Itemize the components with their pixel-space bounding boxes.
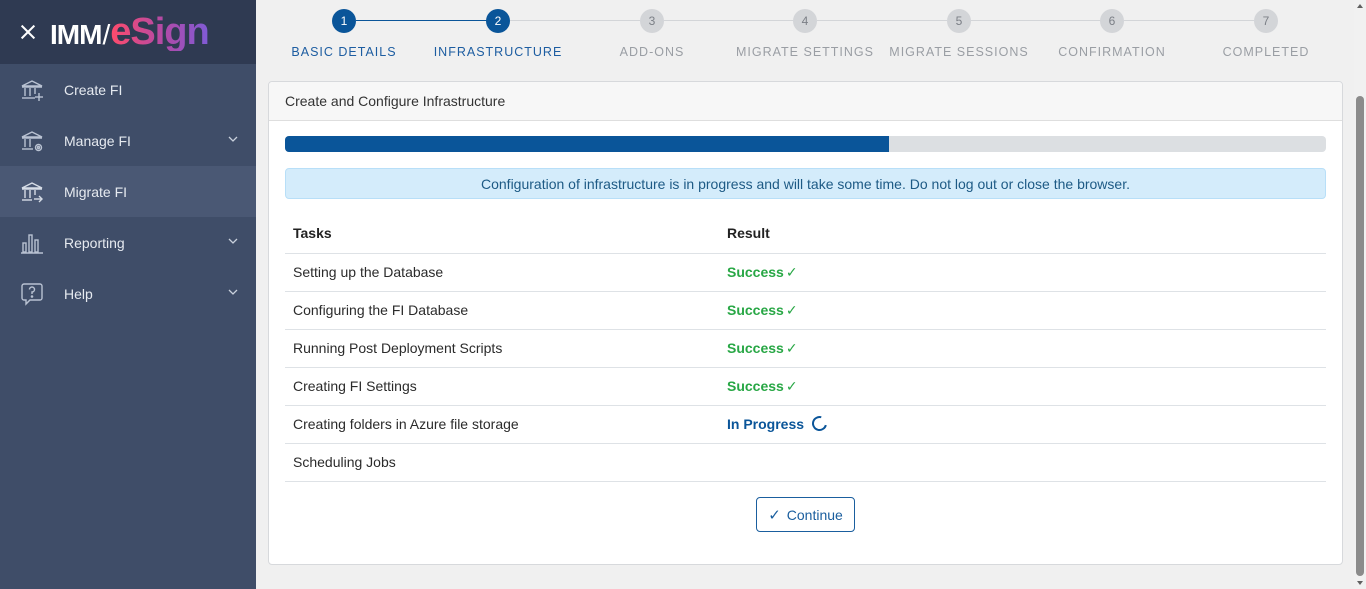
sidebar-item-label: Create FI <box>64 81 123 98</box>
wizard-stepper: 1 BASIC DETAILS 2 INFRASTRUCTURE 3 ADD-O… <box>256 0 1354 72</box>
main-content: 1 BASIC DETAILS 2 INFRASTRUCTURE 3 ADD-O… <box>256 0 1354 589</box>
task-name: Creating FI Settings <box>285 367 719 406</box>
step-migrate-sessions: 5 MIGRATE SESSIONS <box>884 9 1034 59</box>
step-connector <box>817 20 947 21</box>
task-name: Configuring the FI Database <box>285 291 719 330</box>
step-connector <box>1124 20 1254 21</box>
step-connector <box>664 20 794 21</box>
step-number: 2 <box>486 9 510 33</box>
logo-esign: eSign <box>110 11 209 53</box>
sidebar-item-label: Manage FI <box>64 132 131 149</box>
step-confirmation: 6 CONFIRMATION <box>1037 9 1187 59</box>
sidebar: IMM / eSign Create FI Manage FI Migrate … <box>0 0 256 589</box>
task-result: Success ✓ <box>719 367 1326 406</box>
result-text: In Progress <box>727 416 805 432</box>
sidebar-item-manage-fi[interactable]: Manage FI <box>0 115 256 166</box>
check-icon: ✓ <box>785 377 798 394</box>
step-label: MIGRATE SETTINGS <box>736 45 874 59</box>
bank-gear-icon <box>21 130 43 151</box>
table-row: Configuring the FI Database Success ✓ <box>285 291 1326 330</box>
sidebar-item-label: Reporting <box>64 234 125 251</box>
sidebar-item-create-fi[interactable]: Create FI <box>0 64 256 115</box>
check-icon: ✓ <box>785 339 798 356</box>
task-result: In Progress <box>719 405 1326 444</box>
help-bubble-icon <box>21 282 43 306</box>
continue-button[interactable]: ✓ Continue <box>756 497 855 532</box>
step-migrate-settings: 4 MIGRATE SETTINGS <box>730 9 880 59</box>
step-label: CONFIRMATION <box>1058 45 1166 59</box>
check-icon: ✓ <box>785 263 798 280</box>
close-icon[interactable] <box>18 22 38 42</box>
table-row: Setting up the Database Success ✓ <box>285 253 1326 292</box>
result-text: Success <box>727 377 784 394</box>
step-label: BASIC DETAILS <box>291 45 397 59</box>
result-text: Success <box>727 263 784 280</box>
progress-fill <box>285 136 889 152</box>
column-header-result: Result <box>719 214 1326 254</box>
brand-bar: IMM / eSign <box>0 0 256 64</box>
step-label: INFRASTRUCTURE <box>433 45 563 59</box>
task-name: Scheduling Jobs <box>285 443 719 482</box>
table-row: Running Post Deployment Scripts Success ✓ <box>285 329 1326 368</box>
sidebar-item-label: Help <box>64 285 93 302</box>
column-header-tasks: Tasks <box>285 214 719 254</box>
task-result: Success ✓ <box>719 291 1326 330</box>
task-result <box>719 443 1326 482</box>
task-result: Success ✓ <box>719 253 1326 292</box>
sidebar-item-help[interactable]: Help <box>0 268 256 319</box>
continue-label: Continue <box>786 506 843 523</box>
step-number: 5 <box>947 9 971 33</box>
info-alert: Configuration of infrastructure is in pr… <box>285 168 1326 199</box>
card-title: Create and Configure Infrastructure <box>269 82 1342 121</box>
infrastructure-card: Create and Configure Infrastructure Conf… <box>268 81 1343 565</box>
step-infrastructure[interactable]: 2 INFRASTRUCTURE <box>423 9 573 59</box>
scroll-down-arrow-icon[interactable] <box>1357 581 1363 585</box>
step-label: MIGRATE SESSIONS <box>889 45 1029 59</box>
logo-slash: / <box>102 19 110 50</box>
bar-chart-icon <box>21 233 43 254</box>
step-number: 3 <box>640 9 664 33</box>
table-row: Scheduling Jobs <box>285 443 1326 482</box>
bank-arrow-icon <box>21 181 43 202</box>
result-text: Success <box>727 339 784 356</box>
spinner-icon <box>809 413 830 434</box>
page-scrollbar[interactable] <box>1354 0 1366 589</box>
table-row: Creating FI Settings Success ✓ <box>285 367 1326 406</box>
tasks-table: Tasks Result Setting up the Database Suc… <box>285 214 1326 482</box>
step-connector <box>971 20 1101 21</box>
result-text: Success <box>727 301 784 318</box>
task-name: Setting up the Database <box>285 253 719 292</box>
sidebar-item-migrate-fi[interactable]: Migrate FI <box>0 166 256 217</box>
task-result: Success ✓ <box>719 329 1326 368</box>
check-icon: ✓ <box>785 301 798 318</box>
task-name: Creating folders in Azure file storage <box>285 405 719 444</box>
step-label: ADD-ONS <box>619 45 685 59</box>
step-label: COMPLETED <box>1222 45 1310 59</box>
chevron-down-icon <box>228 136 238 142</box>
step-connector <box>510 20 640 21</box>
chevron-down-icon <box>228 238 238 244</box>
task-name: Running Post Deployment Scripts <box>285 329 719 368</box>
bank-plus-icon <box>21 79 43 101</box>
step-basic-details[interactable]: 1 BASIC DETAILS <box>269 9 419 59</box>
table-row: Creating folders in Azure file storage I… <box>285 405 1326 444</box>
step-number: 4 <box>793 9 817 33</box>
logo: IMM / eSign <box>50 11 210 53</box>
step-number: 1 <box>332 9 356 33</box>
scroll-up-arrow-icon[interactable] <box>1357 4 1363 8</box>
step-number: 7 <box>1254 9 1278 33</box>
step-completed: 7 COMPLETED <box>1191 9 1341 59</box>
step-number: 6 <box>1100 9 1124 33</box>
chevron-down-icon <box>228 289 238 295</box>
scroll-thumb[interactable] <box>1356 96 1364 576</box>
step-add-ons: 3 ADD-ONS <box>577 9 727 59</box>
check-icon: ✓ <box>768 506 781 524</box>
step-connector <box>356 20 498 21</box>
sidebar-item-label: Migrate FI <box>64 183 128 200</box>
table-header-row: Tasks Result <box>285 214 1326 254</box>
progress-bar <box>285 136 1326 152</box>
logo-imm: IMM <box>50 19 102 50</box>
sidebar-item-reporting[interactable]: Reporting <box>0 217 256 268</box>
